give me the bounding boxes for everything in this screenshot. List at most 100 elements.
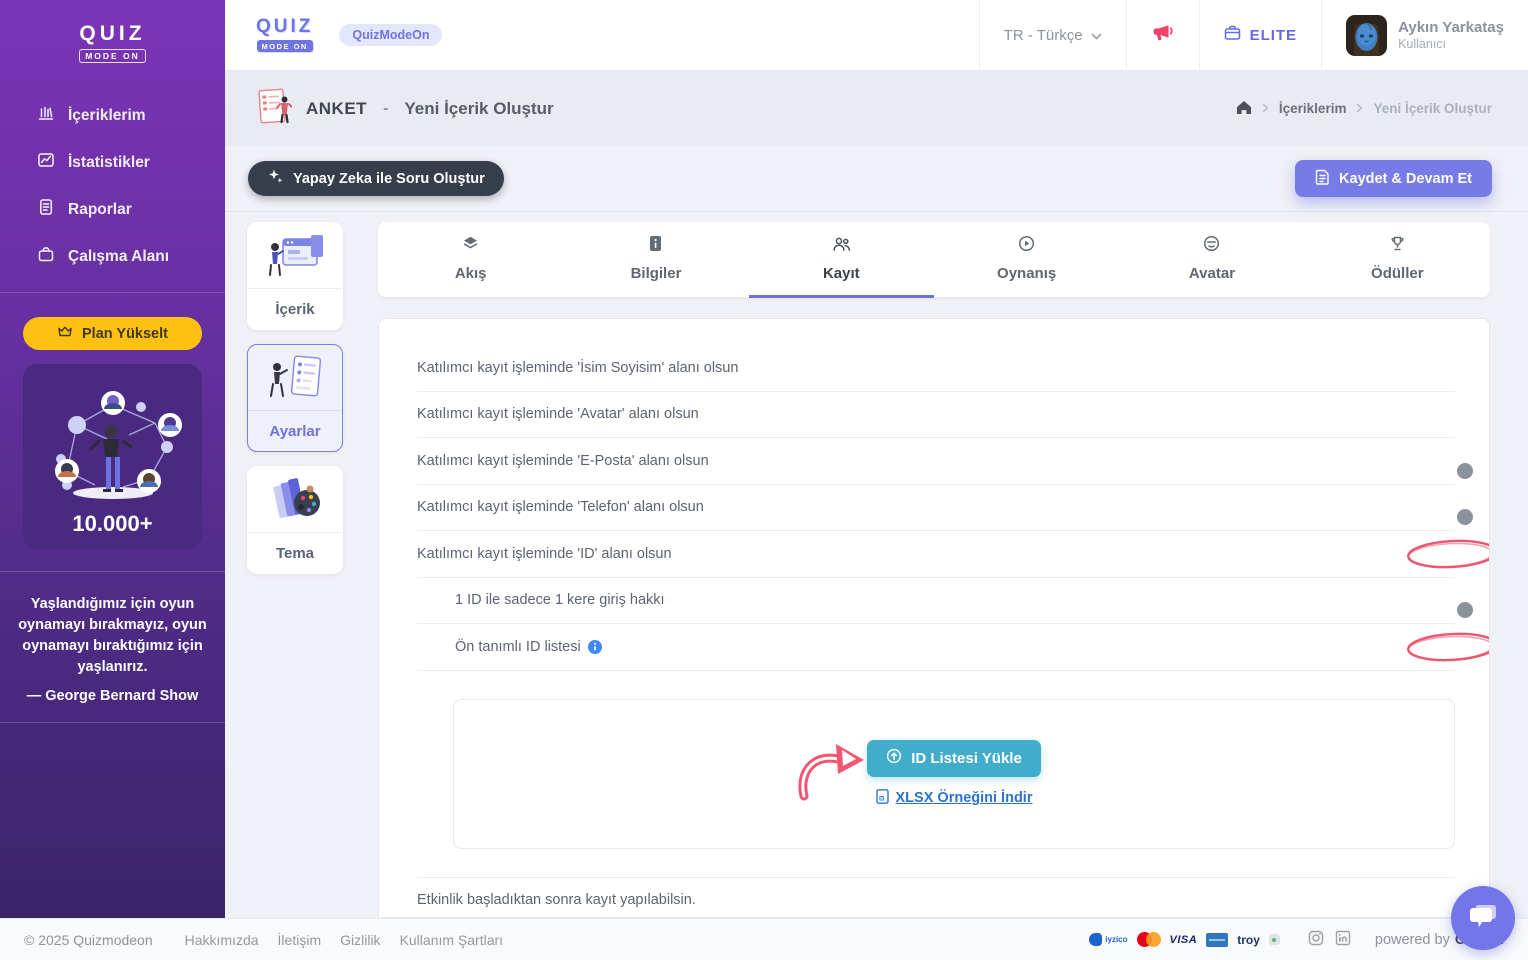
sparkles-icon [267,168,284,189]
tab-info[interactable]: Bilgiler [563,222,748,298]
user-menu[interactable]: Aykın Yarkataş Kullanıcı [1321,0,1528,70]
plan-badge[interactable]: ELITE [1198,0,1322,70]
info-icon[interactable] [587,639,602,654]
stats-icon [37,151,55,174]
breadcrumb: İçeriklerim Yeni İçerik Oluştur [1236,100,1492,118]
user-name: Aykın Yarkataş [1398,19,1504,36]
setting-label: Katılımcı kayıt işleminde 'Telefon' alan… [417,499,704,516]
trophy-icon [1389,235,1406,257]
linkedin-icon[interactable] [1335,930,1351,949]
step-label: Ayarlar [269,422,321,440]
content-illustration [248,223,342,289]
page-title-group: ANKET - Yeni İçerik Oluştur [256,87,554,130]
secure-badge-icon [1268,934,1280,945]
tab-rewards[interactable]: Ödüller [1305,222,1490,298]
download-xlsx-sample-link[interactable]: XLSX Örneğini İndir [875,788,1032,808]
sidebar-item-reports[interactable]: Raporlar [0,186,225,233]
survey-illustration-icon [256,87,293,130]
visa-logo: VISA [1169,933,1198,946]
sidebar-item-workspace[interactable]: Çalışma Alanı [0,233,225,280]
sidebar-item-contents[interactable]: İçeriklerim [0,92,225,139]
home-icon[interactable] [1236,100,1252,118]
sidebar-item-label: İçeriklerim [68,106,146,124]
sidebar-logo: QUIZ MODE ON [0,0,225,64]
iyzico-logo: iyzico [1089,933,1128,946]
language-selector[interactable]: TR - Türkçe [978,0,1126,70]
step-nav: İçerik Ayarlar Tema [247,222,343,918]
instagram-icon[interactable] [1308,930,1324,949]
user-role: Kullanıcı [1398,37,1447,51]
setting-label: Ön tanımlı ID listesi [417,639,602,655]
setting-label: 1 ID ile sadece 1 kere giriş hakkı [455,592,665,609]
mastercard-logo [1136,932,1161,947]
upload-id-list-button[interactable]: ID Listesi Yükle [867,739,1041,777]
sidebar-divider [0,292,225,293]
tab-flow[interactable]: Akış [378,222,563,298]
chat-bubbles-icon [1467,901,1499,936]
step-label: İçerik [275,300,315,318]
content-area: İçerik Ayarlar Tema Akış Bilgiler Kayıt … [225,212,1528,918]
setting-row-email: Katılımcı kayıt işleminde 'E-Posta' alan… [417,438,1455,485]
tab-registration[interactable]: Kayıt [748,222,934,298]
reports-icon [37,198,55,221]
sidebar-item-label: Raporlar [68,200,132,218]
tab-bar: Akış Bilgiler Kayıt Oynanış Avatar Ödüll… [378,222,1490,298]
chat-widget-button[interactable] [1451,886,1515,950]
page-title: Yeni İçerik Oluştur [404,98,554,118]
tab-gameplay[interactable]: Oynanış [934,222,1119,298]
setting-row-id: Katılımcı kayıt işleminde 'ID' alanı ols… [417,531,1489,578]
footer-right: iyzico VISA troy powered by Codem [1089,930,1504,949]
megaphone-icon [1151,22,1175,49]
people-icon [832,236,851,257]
xlsx-file-icon [875,788,889,808]
quizmodeon-app: QUIZ MODE ON İçeriklerim İstatistikler R… [0,0,1528,960]
ai-question-button[interactable]: Yapay Zeka ile Soru Oluştur [248,161,504,196]
step-card-settings[interactable]: Ayarlar [247,344,343,452]
crown-icon [57,325,73,342]
step-label: Tema [275,544,315,562]
setting-label: Katılımcı kayıt işleminde 'ID' alanı ols… [417,545,672,562]
setting-label: Katılımcı kayıt işleminde 'Avatar' alanı… [417,406,699,423]
footer-link-about[interactable]: Hakkımızda [185,932,259,948]
setting-row-predefined-ids: Ön tanımlı ID listesi [417,624,1489,671]
registration-settings-card: Katılımcı kayıt işleminde 'İsim Soyisim'… [378,318,1490,918]
breadcrumb-contents[interactable]: İçeriklerim [1279,101,1347,116]
breadcrumb-current: Yeni İçerik Oluştur [1373,101,1492,116]
step-card-content[interactable]: İçerik [247,222,343,330]
content-type-label: ANKET [306,98,368,118]
step-card-theme[interactable]: Tema [247,466,343,574]
copyright: © 2025 Quizmodeon [24,931,153,948]
id-list-upload-area: ID Listesi Yükle XLSX Örneğini İndir [453,698,1455,849]
title-separator: - [383,99,389,117]
setting-row-single-entry: 1 ID ile sadece 1 kere giriş hakkı [417,578,1455,624]
setting-label: Katılımcı kayıt işleminde 'E-Posta' alan… [417,452,709,469]
upgrade-plan-button[interactable]: Plan Yükselt [23,317,202,350]
announcements-button[interactable] [1125,0,1199,70]
amex-logo [1206,932,1229,947]
community-card: 10.000+ [23,364,202,549]
quote-author: — George Bernard Show [26,688,199,705]
save-continue-button[interactable]: Kaydet & Devam Et [1295,160,1492,197]
save-file-icon [1315,169,1330,189]
navbar-brand[interactable]: QUIZ MODE ON [256,17,313,54]
sidebar-divider [0,722,225,724]
sidebar-menu: İçeriklerim İstatistikler Raporlar Çalış… [0,92,225,280]
footer-link-privacy[interactable]: Gizlilik [340,932,380,948]
user-meta: Aykın Yarkataş Kullanıcı [1398,19,1504,51]
brand-badge: QuizModeOn [339,24,443,46]
footer-link-contact[interactable]: İletişim [278,932,322,948]
breadcrumb-chevron-icon [1262,101,1269,116]
tab-avatar[interactable]: Avatar [1119,222,1304,298]
setting-label: Etkinlik başladıktan sonra kayıt yapılab… [417,892,696,909]
breadcrumb-chevron-icon [1356,101,1364,116]
chevron-down-icon [1091,27,1102,44]
payment-methods: iyzico VISA troy [1089,932,1280,947]
settings-illustration [248,345,342,411]
membership-card-icon [1224,25,1241,46]
footer-link-terms[interactable]: Kullanım Şartları [400,932,503,948]
quote-block: Yaşlandığımız için oyun oynamayı bırakma… [0,571,225,722]
sidebar-item-statistics[interactable]: İstatistikler [0,139,225,186]
troy-logo: troy [1237,932,1260,947]
community-stat: 10.000+ [72,511,153,536]
page-header: ANKET - Yeni İçerik Oluştur İçeriklerim … [225,71,1528,146]
